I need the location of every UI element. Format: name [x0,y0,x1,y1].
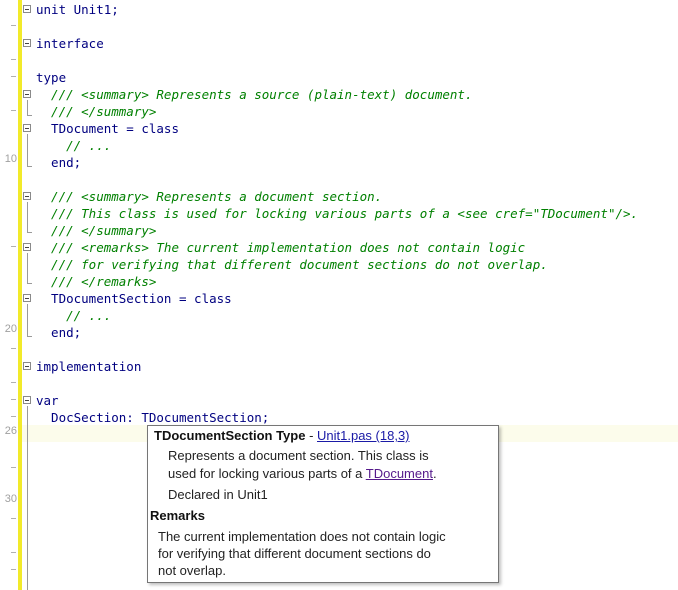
code-token: interface [36,36,104,51]
code-comment: /// <summary> Represents a document sect… [36,189,383,204]
line-marker [11,382,16,383]
line-marker [11,246,16,247]
remarks-line: for verifying that different document se… [158,546,431,561]
line-number-gutter: 10 20 26 30 [0,0,18,590]
code-token: TDocument = [36,121,142,136]
fold-guide [27,253,28,283]
fold-collapse-icon[interactable] [23,243,31,251]
line-number-20: 20 [4,323,17,335]
summary-text: used for locking various parts of a [168,466,366,481]
code-token: end; [36,155,82,170]
line-marker [11,467,16,468]
code-line[interactable]: end; [36,154,81,171]
declared-in-text: Declared in Unit1 [168,487,268,502]
code-line[interactable]: unit Unit1; [36,1,119,18]
remarks-heading: Remarks [150,508,205,523]
fold-guide [27,100,28,115]
code-comment: // ... [36,138,112,153]
code-token: end; [36,325,82,340]
summary-text: . [432,466,437,481]
code-line[interactable]: end; [36,324,81,341]
line-marker [11,110,16,111]
code-comment: /// This class is used for locking vario… [36,206,639,221]
code-comment: /// </summary> [36,104,157,119]
code-comment: /// for verifying that different documen… [36,257,548,272]
fold-guide [27,283,32,284]
line-marker [11,348,16,349]
fold-collapse-icon[interactable] [23,362,31,370]
code-line[interactable]: /// </summary> [36,222,156,239]
tdocument-link[interactable]: TDocument [366,466,433,481]
code-token: class [141,121,179,136]
code-comment: /// <remarks> The current implementation… [36,240,526,255]
line-number-30: 30 [4,493,17,505]
code-line[interactable]: /// <remarks> The current implementation… [36,239,525,256]
line-marker [11,59,16,60]
code-line[interactable]: implementation [36,358,141,375]
fold-collapse-icon[interactable] [23,124,31,132]
line-marker [11,552,16,553]
code-comment: /// </remarks> [36,274,157,289]
summary-line: used for locking various parts of a TDoc… [168,465,437,483]
fold-collapse-icon[interactable] [23,39,31,47]
code-token: implementation [36,359,142,374]
code-line[interactable]: /// </summary> [36,103,156,120]
code-line[interactable]: var [36,392,59,409]
line-marker [11,569,16,570]
modified-lines-bar [18,0,22,590]
fold-guide [27,406,28,590]
tooltip-header: TDocumentSection Type - Unit1.pas (18,3) [154,428,410,443]
code-token: unit Unit1; [36,2,119,17]
code-comment: /// <summary> Represents a source (plain… [36,87,473,102]
line-marker [11,416,16,417]
code-comment: // ... [36,308,112,323]
fold-guide [27,166,32,167]
code-line[interactable]: // ... [36,307,111,324]
line-marker [11,518,16,519]
line-number-26: 26 [4,425,17,437]
code-line[interactable]: type [36,69,66,86]
code-token: type [36,70,67,85]
code-line[interactable]: /// </remarks> [36,273,156,290]
code-line[interactable]: // ... [36,137,111,154]
fold-collapse-icon[interactable] [23,294,31,302]
code-line[interactable]: TDocumentSection = class [36,290,232,307]
code-token: DocSection: TDocumentSection; [36,410,270,425]
line-number-10: 10 [4,153,17,165]
declaration-location-link[interactable]: Unit1.pas (18,3) [317,428,410,443]
fold-guide [27,336,32,337]
code-line[interactable]: TDocument = class [36,120,179,137]
code-line[interactable]: interface [36,35,104,52]
summary-line: Represents a document section. This clas… [168,448,429,463]
fold-guide [27,232,32,233]
code-line[interactable]: /// <summary> Represents a source (plain… [36,86,473,103]
code-line[interactable]: /// <summary> Represents a document sect… [36,188,382,205]
fold-collapse-icon[interactable] [23,396,31,404]
fold-guide [27,202,28,232]
line-marker [11,76,16,77]
tooltip-title: TDocumentSection Type [154,428,306,443]
fold-guide [27,115,32,116]
help-insight-tooltip: TDocumentSection Type - Unit1.pas (18,3)… [147,425,499,583]
fold-collapse-icon[interactable] [23,5,31,13]
code-line[interactable]: /// This class is used for locking vario… [36,205,638,222]
fold-collapse-icon[interactable] [23,192,31,200]
code-line[interactable]: DocSection: TDocumentSection; [36,409,269,426]
code-token: var [36,393,59,408]
tooltip-separator: - [305,428,318,443]
fold-guide [27,134,28,166]
remarks-line: not overlap. [158,563,226,578]
code-comment: /// </summary> [36,223,157,238]
fold-guide [27,304,28,336]
code-token: class [194,291,232,306]
remarks-line: The current implementation does not cont… [158,529,446,544]
line-marker [11,399,16,400]
code-token: TDocumentSection = [36,291,195,306]
line-marker [11,25,16,26]
fold-collapse-icon[interactable] [23,90,31,98]
code-line[interactable]: /// for verifying that different documen… [36,256,548,273]
